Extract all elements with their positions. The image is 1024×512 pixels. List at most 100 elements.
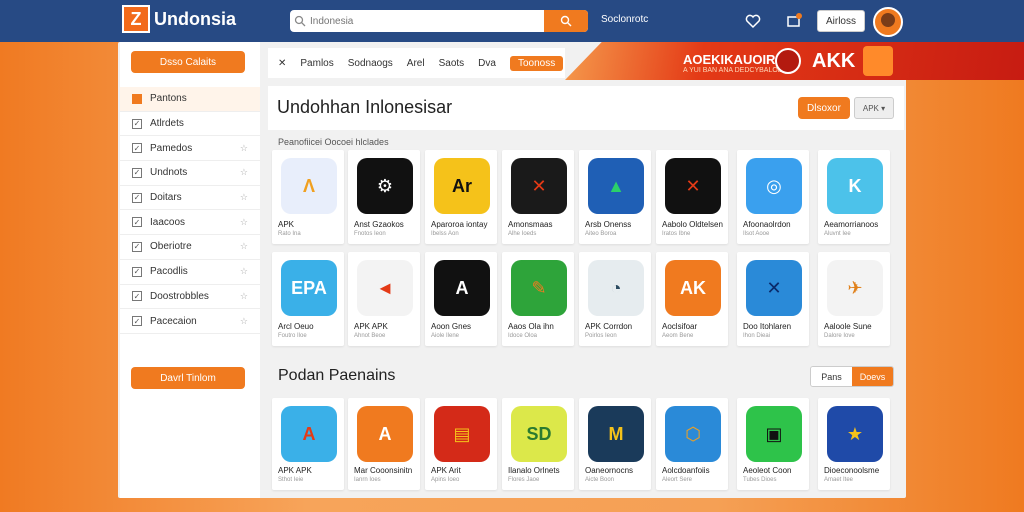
- app-card[interactable]: K Aeamorrianoos Aluvnt Iee: [818, 150, 890, 244]
- checkbox-icon[interactable]: ✓: [132, 291, 142, 302]
- banner-subtitle: A YUI BAN ANA DEDCYBALOD: [683, 67, 783, 74]
- app-card[interactable]: ▲ Arsb Onenss Aiteo Boroa: [579, 150, 651, 244]
- app-icon: A: [281, 406, 337, 462]
- sidebar-item[interactable]: ✓ Iaacoos ☆: [120, 210, 260, 236]
- search-button[interactable]: [544, 10, 588, 32]
- app-card[interactable]: EPA Arcl Oeuo Foutro Iloe: [272, 252, 344, 346]
- tab-3[interactable]: Saots: [439, 58, 465, 69]
- avatar[interactable]: [873, 7, 903, 37]
- signin-button[interactable]: Airloss: [817, 10, 865, 32]
- app-name: Afoonaolrdon: [743, 220, 791, 229]
- app-icon: Λ: [281, 158, 337, 214]
- star-icon[interactable]: ☆: [240, 143, 248, 154]
- star-icon[interactable]: ☆: [240, 167, 248, 178]
- checkbox-icon[interactable]: ✓: [132, 316, 142, 327]
- page-title: Undohhan Inlonesisar: [277, 97, 453, 117]
- checkbox-icon[interactable]: ✓: [132, 143, 142, 154]
- star-icon[interactable]: ☆: [240, 241, 248, 252]
- app-card[interactable]: AK Aoclsifoar Aeom Bene: [656, 252, 728, 346]
- tab-0[interactable]: Pamlos: [300, 58, 333, 69]
- app-card[interactable]: A Mar Cooonsinitn Ianrn Ioes: [348, 398, 420, 490]
- app-icon: SD: [511, 406, 567, 462]
- discover-button[interactable]: Dlsoxor: [798, 97, 850, 119]
- app-card[interactable]: A APK APK Sthot Ieie: [272, 398, 344, 490]
- app-meta: Aleort Sere: [662, 477, 693, 483]
- tab-5[interactable]: Toonoss: [509, 55, 564, 71]
- app-card[interactable]: ✕ Amonsmaas Alhe Ioeds: [502, 150, 574, 244]
- star-icon[interactable]: ☆: [240, 217, 248, 228]
- star-icon[interactable]: ☆: [240, 192, 248, 203]
- app-card[interactable]: Ar Aparoroa iontay Ibelss Aon: [425, 150, 497, 244]
- app-name: Oaneornocns: [585, 466, 634, 475]
- sidebar-list: Pantons ✓ Atlrdets ✓ Pamedos ☆ ✓ Undnots ☆ ✓ Doita…: [120, 87, 260, 334]
- sidebar-item[interactable]: ✓ Doitars ☆: [120, 186, 260, 211]
- search-input[interactable]: [310, 10, 544, 32]
- app-icon: A: [357, 406, 413, 462]
- banner-logo-icon: [775, 48, 801, 74]
- app-card[interactable]: ◄ APK APK Ahnot Beoe: [348, 252, 420, 346]
- app-icon: ★: [827, 406, 883, 462]
- tab-2[interactable]: Arel: [407, 58, 425, 69]
- app-meta: Rato Ina: [278, 231, 301, 237]
- app-card[interactable]: ✕ Doo Itohlaren Ihon Dieai: [737, 252, 809, 346]
- toggle-left[interactable]: Pans: [811, 367, 852, 386]
- app-card[interactable]: ✎ Aaos Ola ihn Idoce Oloa: [502, 252, 574, 346]
- app-icon: K: [827, 158, 883, 214]
- sidebar-item[interactable]: Pantons: [120, 87, 260, 112]
- favorites-icon[interactable]: [744, 12, 762, 30]
- app-card[interactable]: ★ Dioeconoolsme Amaet Itee: [818, 398, 890, 490]
- app-name: APK APK: [354, 322, 388, 331]
- app-icon: M: [588, 406, 644, 462]
- sort-select[interactable]: APK ▾: [854, 97, 894, 119]
- app-meta: Alhe Ioeds: [508, 231, 537, 237]
- app-card[interactable]: Λ APK Rato Ina: [272, 150, 344, 244]
- close-icon[interactable]: ✕: [278, 58, 286, 69]
- app-card[interactable]: ▤ APK Arit Apins Ioeo: [425, 398, 497, 490]
- tab-1[interactable]: Sodnaogs: [348, 58, 393, 69]
- sidebar-item-label: Pamedos: [150, 142, 193, 154]
- sidebar-bottom-button[interactable]: Davrl Tinlom: [131, 367, 245, 389]
- sidebar-item[interactable]: ✓ Doostrobbles ☆: [120, 285, 260, 310]
- checkbox-icon[interactable]: ✓: [132, 118, 142, 129]
- sidebar-item-label: Pacecaion: [150, 315, 197, 327]
- logo-text: Undonsia: [154, 8, 237, 29]
- star-icon[interactable]: ☆: [240, 291, 248, 302]
- app-icon: ▣: [746, 406, 802, 462]
- app-card[interactable]: SD Ilanalo Orlnets Flores Jaoe: [502, 398, 574, 490]
- app-card[interactable]: ▣ Aeoleot Coon Tubes Dioes: [737, 398, 809, 490]
- toggle-right[interactable]: Doevs: [852, 367, 893, 386]
- star-icon[interactable]: ☆: [240, 266, 248, 277]
- checkbox-icon[interactable]: ✓: [132, 192, 142, 203]
- view-toggle: Pans Doevs: [810, 366, 894, 387]
- app-name: Aeamorrianoos: [824, 220, 879, 229]
- star-icon[interactable]: ☆: [240, 316, 248, 327]
- topnav-link[interactable]: Soclonrotc: [601, 14, 648, 25]
- app-card[interactable]: ◎ Afoonaolrdon Ilsot Aooe: [737, 150, 809, 244]
- checkbox-icon[interactable]: ✓: [132, 241, 142, 252]
- app-card[interactable]: ⬡ Aolcdoanfoiis Aleort Sere: [656, 398, 728, 490]
- app-card[interactable]: ⚙ Anst Gzaokos Fnotos Ieon: [348, 150, 420, 244]
- app-card[interactable]: ✈ Aaloole Sune Dalore Iove: [818, 252, 890, 346]
- checkbox-icon[interactable]: ✓: [132, 167, 142, 178]
- logo[interactable]: Z Undonsia: [122, 5, 236, 33]
- sidebar-item[interactable]: ✓ Undnots ☆: [120, 161, 260, 186]
- checkbox-icon[interactable]: [132, 93, 142, 104]
- notification-icon[interactable]: [785, 12, 803, 30]
- checkbox-icon[interactable]: ✓: [132, 266, 142, 277]
- tab-4[interactable]: Dva: [478, 58, 496, 69]
- search-bar: [290, 10, 588, 32]
- checkbox-icon[interactable]: ✓: [132, 217, 142, 228]
- sidebar-item[interactable]: ✓ Pamedos ☆: [120, 136, 260, 162]
- app-card[interactable]: M Oaneornocns Aicte Boon: [579, 398, 651, 490]
- sidebar-top-button[interactable]: Dsso Calaits: [131, 51, 245, 73]
- app-card[interactable]: A Aoon Gnes Aiole Ilene: [425, 252, 497, 346]
- sidebar-item-label: Doostrobbles: [150, 290, 209, 302]
- sidebar-item[interactable]: ✓ Oberiotre ☆: [120, 235, 260, 260]
- sidebar-item[interactable]: ✓ Atlrdets: [120, 112, 260, 137]
- app-icon: ✕: [511, 158, 567, 214]
- app-meta: Ilsot Aooe: [743, 231, 770, 237]
- sidebar-item[interactable]: ✓ Pacodlis ☆: [120, 260, 260, 285]
- app-card[interactable]: ✕ Aabolo Oldtelsen Iratos Ibne: [656, 150, 728, 244]
- sidebar-item[interactable]: ✓ Pacecaion ☆: [120, 309, 260, 334]
- app-card[interactable]: ◔ APK Corrdon Poirlos Ieon: [579, 252, 651, 346]
